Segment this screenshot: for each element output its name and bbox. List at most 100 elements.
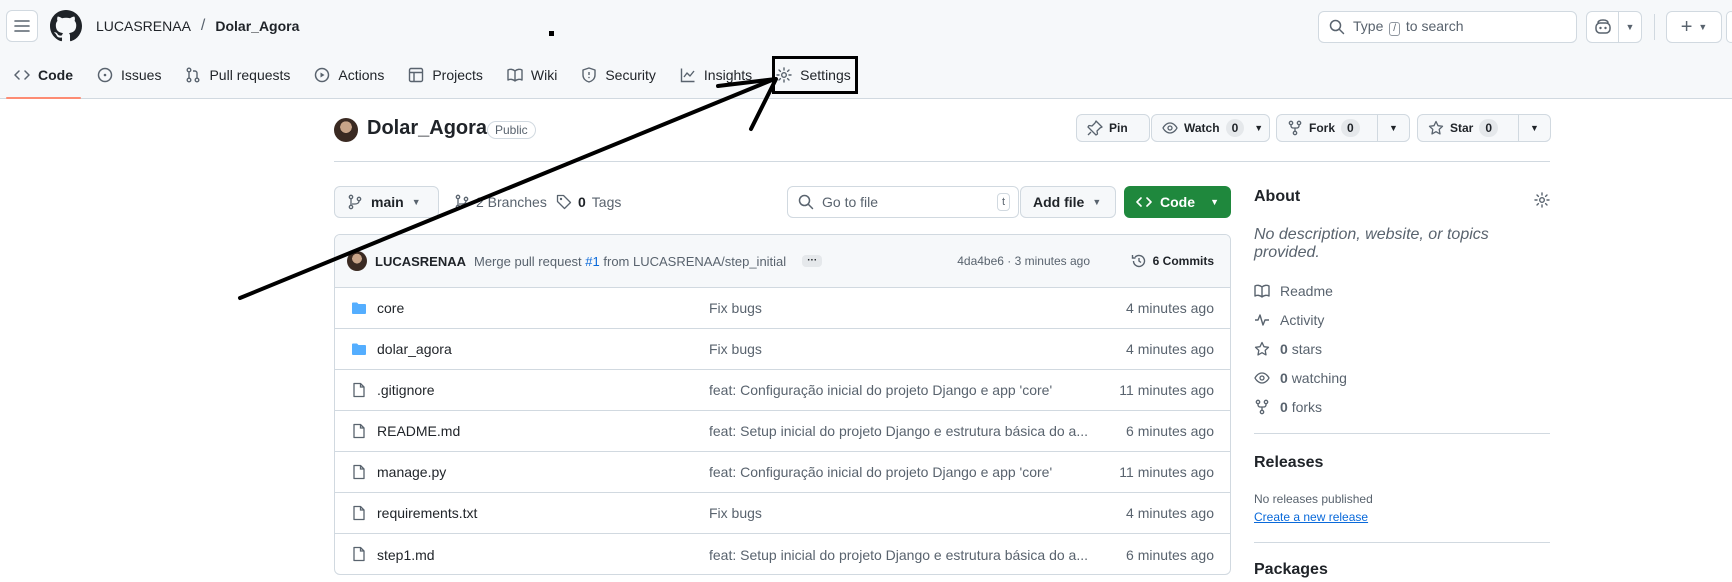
fork-icon bbox=[1288, 120, 1302, 136]
pull-request-link[interactable]: #1 bbox=[585, 254, 599, 269]
watching-label: watching bbox=[1291, 369, 1347, 386]
star-icon bbox=[1428, 120, 1444, 135]
repo-title[interactable]: Dolar_Agora bbox=[367, 117, 487, 140]
tab-projects[interactable]: Projects bbox=[400, 60, 491, 90]
hamburger-icon bbox=[14, 20, 30, 32]
file-commit-message[interactable]: feat: Setup inicial do projeto Django e … bbox=[709, 423, 1089, 439]
file-commit-message[interactable]: Fix bugs bbox=[709, 341, 1089, 357]
watching-count: 0 bbox=[1280, 369, 1288, 386]
tag-icon bbox=[556, 194, 572, 210]
book-icon bbox=[1254, 284, 1270, 298]
about-heading: About bbox=[1254, 188, 1301, 205]
repo-link[interactable]: Dolar_Agora bbox=[215, 18, 299, 34]
tab-security[interactable]: Security bbox=[573, 60, 664, 90]
table-row[interactable]: dolar_agora Fix bugs 4 minutes ago bbox=[335, 329, 1230, 370]
watching-link[interactable]: 0 watching bbox=[1254, 363, 1550, 392]
file-table: LUCASRENAA Merge pull request #1 from LU… bbox=[334, 234, 1231, 575]
copilot-button[interactable]: ▼ bbox=[1586, 11, 1642, 43]
visibility-badge: Public bbox=[487, 121, 536, 139]
issues-button[interactable] bbox=[1726, 11, 1732, 43]
create-new-button[interactable]: + ▼ bbox=[1666, 11, 1722, 43]
table-row[interactable]: README.md feat: Setup inicial do projeto … bbox=[335, 411, 1230, 452]
star-button[interactable]: Star 0 ▼ bbox=[1417, 114, 1551, 142]
fork-label: Fork bbox=[1309, 121, 1336, 135]
file-commit-message[interactable]: Fix bugs bbox=[709, 300, 1089, 316]
add-file-label: Add file bbox=[1033, 194, 1085, 210]
file-name[interactable]: manage.py bbox=[377, 464, 446, 480]
history-icon bbox=[1131, 254, 1145, 268]
table-row[interactable]: requirements.txt Fix bugs 4 minutes ago bbox=[335, 493, 1230, 534]
stars-link[interactable]: 0 stars bbox=[1254, 334, 1550, 363]
breadcrumb-separator: / bbox=[200, 17, 206, 34]
tab-wiki[interactable]: Wiki bbox=[499, 60, 565, 90]
chevron-down-icon[interactable]: ▼ bbox=[1518, 115, 1550, 141]
tab-insights[interactable]: Insights bbox=[672, 60, 760, 90]
file-icon-wrap bbox=[351, 464, 367, 483]
code-icon bbox=[14, 70, 30, 80]
tab-pull-requests[interactable]: Pull requests bbox=[177, 60, 298, 90]
avatar[interactable] bbox=[334, 118, 358, 142]
commit-message[interactable]: Merge pull request #1 from LUCASRENAA/st… bbox=[474, 254, 786, 269]
file-name[interactable]: dolar_agora bbox=[377, 341, 452, 357]
owner-link[interactable]: LUCASRENAA bbox=[96, 18, 191, 34]
releases-heading[interactable]: Releases bbox=[1254, 454, 1550, 472]
tab-actions[interactable]: Actions bbox=[306, 60, 392, 90]
fork-button[interactable]: Fork 0 ▼ bbox=[1276, 114, 1410, 142]
breadcrumb: LUCASRENAA / Dolar_Agora bbox=[96, 17, 299, 35]
avatar[interactable] bbox=[347, 251, 367, 271]
github-logo-icon[interactable] bbox=[50, 10, 82, 42]
file-commit-time: 6 minutes ago bbox=[1126, 546, 1214, 563]
menu-button[interactable] bbox=[6, 10, 38, 42]
commit-author[interactable]: LUCASRENAA bbox=[375, 254, 466, 269]
packages-heading[interactable]: Packages bbox=[1254, 561, 1550, 579]
forks-link[interactable]: 0 forks bbox=[1254, 392, 1550, 421]
file-commit-message[interactable]: feat: Configuração inicial do projeto Dj… bbox=[709, 464, 1089, 480]
file-commit-message[interactable]: feat: Configuração inicial do projeto Dj… bbox=[709, 382, 1089, 398]
go-to-file-placeholder: Go to file bbox=[822, 194, 879, 210]
pin-button[interactable]: Pin bbox=[1076, 114, 1150, 142]
chevron-down-icon[interactable]: ▼ bbox=[1377, 115, 1409, 141]
search-icon bbox=[798, 194, 814, 210]
branch-selector[interactable]: main ▼ bbox=[334, 186, 439, 218]
folder-icon-wrap bbox=[351, 300, 367, 319]
table-row[interactable]: .gitignore feat: Configuração inicial do … bbox=[335, 370, 1230, 411]
create-release-link[interactable]: Create a new release bbox=[1254, 510, 1550, 524]
code-button[interactable]: Code ▼ bbox=[1124, 186, 1231, 218]
table-row[interactable]: core Fix bugs 4 minutes ago bbox=[335, 288, 1230, 329]
table-row[interactable]: manage.py feat: Configuração inicial do p… bbox=[335, 452, 1230, 493]
add-file-button[interactable]: Add file ▼ bbox=[1020, 186, 1116, 218]
file-icon bbox=[353, 464, 365, 480]
expand-commit-button[interactable]: ··· bbox=[802, 255, 823, 267]
chevron-down-icon: ▼ bbox=[1698, 22, 1708, 32]
file-commit-time: 11 minutes ago bbox=[1119, 464, 1214, 480]
file-name[interactable]: core bbox=[377, 300, 404, 316]
repo-header: Dolar_Agora Public Pin Watch 0 ▼ Fork 0 … bbox=[334, 114, 1551, 162]
tab-issues[interactable]: Issues bbox=[89, 60, 169, 90]
branches-link[interactable]: 2 Branches bbox=[454, 194, 547, 210]
pulse-icon bbox=[1255, 313, 1269, 326]
commit-meta[interactable]: 4da4be6 · 3 minutes ago bbox=[957, 254, 1090, 268]
file-name[interactable]: README.md bbox=[377, 423, 460, 439]
file-name[interactable]: requirements.txt bbox=[377, 505, 477, 521]
tab-code[interactable]: Code bbox=[6, 60, 81, 99]
repo-nav: Code Issues Pull requests Actions Projec… bbox=[6, 60, 867, 99]
gear-icon[interactable] bbox=[1534, 192, 1550, 208]
go-to-file-input[interactable]: Go to file t bbox=[787, 186, 1019, 218]
table-row[interactable]: step1.md feat: Setup inicial do projeto D… bbox=[335, 534, 1230, 574]
file-commit-message[interactable]: Fix bugs bbox=[709, 505, 1089, 521]
file-commit-message[interactable]: feat: Setup inicial do projeto Django e … bbox=[709, 547, 1089, 563]
search-input[interactable]: Type / to search bbox=[1318, 11, 1577, 43]
tab-label: Issues bbox=[121, 67, 162, 83]
search-prefix: Type bbox=[1353, 18, 1384, 34]
tags-link[interactable]: 0 Tags bbox=[556, 194, 621, 210]
chevron-down-icon[interactable]: ▼ bbox=[1254, 123, 1263, 133]
tab-label: Pull requests bbox=[209, 67, 291, 83]
watch-button[interactable]: Watch 0 ▼ bbox=[1151, 114, 1270, 142]
activity-link[interactable]: Activity bbox=[1254, 305, 1550, 334]
commits-link[interactable]: 6 Commits bbox=[1131, 253, 1214, 269]
file-name[interactable]: .gitignore bbox=[377, 382, 435, 398]
file-name[interactable]: step1.md bbox=[377, 547, 435, 563]
readme-link[interactable]: Readme bbox=[1254, 276, 1550, 305]
chevron-down-icon[interactable]: ▼ bbox=[1619, 22, 1641, 32]
folder-icon-wrap bbox=[351, 341, 367, 360]
